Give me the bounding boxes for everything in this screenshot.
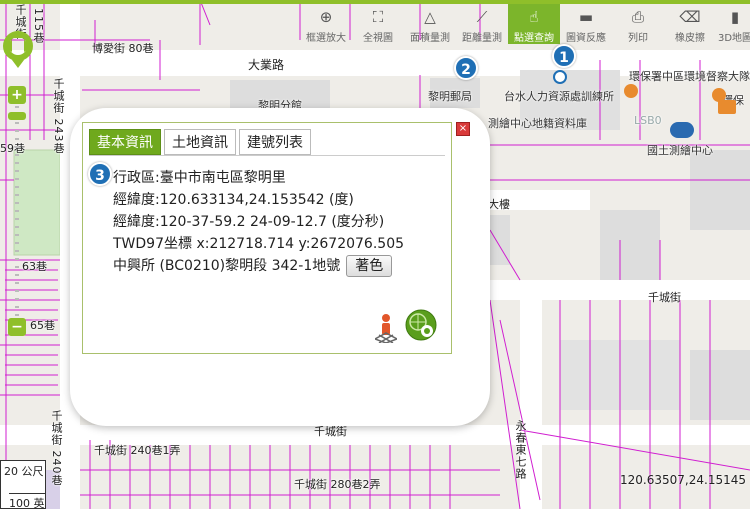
map-label: 永春東七路 <box>514 420 527 480</box>
eraser-tool[interactable]: ⌫ 橡皮擦 <box>664 4 716 44</box>
twd97-line: TWD97坐標 x:212718.714 y:2672076.505 <box>113 236 405 252</box>
eraser-icon: ⌫ <box>679 8 701 26</box>
zoom-in-button[interactable]: + <box>8 86 26 104</box>
full-extent-icon: ⛶ <box>372 8 384 26</box>
step-badge: 3 <box>88 162 112 186</box>
feedback-tool[interactable]: ▬ 圖資反應 <box>560 4 612 44</box>
map-label: 博愛街 80巷 <box>92 42 154 55</box>
map-label: 測繪中心地籍資料庫 <box>488 117 587 130</box>
coordinate-readout: 120.63507,24.15145 <box>620 473 746 487</box>
step-badge: 1 <box>552 44 576 68</box>
parcel-line: 中興所 (BC0210)黎明段 342-1地號 著色 <box>113 255 404 277</box>
map-label: 59巷 <box>0 142 25 155</box>
info-popup: × 基本資訊 土地資訊 建號列表 行政區:臺中市南屯區黎明里 經緯度:120.6… <box>70 108 490 426</box>
zoom-box-icon: ⊕ <box>319 8 333 26</box>
tab-land-info[interactable]: 土地資訊 <box>164 129 236 155</box>
3d-map-icon: ▮ <box>730 8 740 26</box>
map-label: 千城街 240巷 <box>50 410 63 487</box>
nlsc-logo-icon <box>670 122 694 138</box>
close-button[interactable]: × <box>456 122 470 136</box>
tool-label: 圖資反應 <box>566 33 606 44</box>
street-view-icon[interactable] <box>375 313 397 343</box>
tool-label: 距離量測 <box>462 33 502 44</box>
tool-label: 列印 <box>628 33 648 44</box>
zoom-slider-track[interactable] <box>15 106 19 318</box>
distance-measure-tool[interactable]: ⟋ 距離量測 <box>456 4 508 44</box>
distance-measure-icon: ⟋ <box>476 8 488 26</box>
poi-marker-icon[interactable] <box>553 70 567 84</box>
lonlat-dms-line: 經緯度:120-37-59.2 24-09-12.7 (度分秒) <box>113 214 385 230</box>
tool-label: 點選查詢 <box>514 33 554 44</box>
area-measure-tool[interactable]: △ 面積量測 <box>404 4 456 44</box>
globe-settings-icon[interactable] <box>405 309 437 341</box>
area-measure-icon: △ <box>424 8 436 26</box>
tool-label: 框選放大 <box>306 33 346 44</box>
building-marker-icon[interactable] <box>718 100 736 114</box>
pan-control-icon[interactable] <box>2 28 34 74</box>
map-label: 千城街 280巷2弄 <box>294 478 381 491</box>
print-icon: ⎙ <box>631 8 644 26</box>
map-label: 大樓 <box>488 198 510 211</box>
popup-panel: 基本資訊 土地資訊 建號列表 行政區:臺中市南屯區黎明里 經緯度:120.633… <box>82 122 452 354</box>
scale-imperial-label: 100 英 <box>9 493 45 509</box>
tab-building-list[interactable]: 建號列表 <box>239 129 311 155</box>
post-office-icon[interactable] <box>624 84 638 98</box>
map-label: 千城街 <box>648 291 681 304</box>
zoom-box-tool[interactable]: ⊕ 框選放大 <box>300 4 352 44</box>
map-label: 環保署中區環境督察大隊 <box>629 70 750 83</box>
zoom-out-button[interactable]: − <box>8 318 26 336</box>
lonlat-degree-line: 經緯度:120.633134,24.153542 (度) <box>113 192 354 208</box>
map-label: 黎明郵局 <box>428 90 472 103</box>
parcel-text: 中興所 (BC0210)黎明段 342-1地號 <box>113 258 341 274</box>
scale-metric-label: 20 公尺 <box>4 465 44 478</box>
tool-label: 3D地圖 <box>717 33 750 44</box>
tab-basic-info[interactable]: 基本資訊 <box>89 129 161 155</box>
info-lines: 行政區:臺中市南屯區黎明里 經緯度:120.633134,24.153542 (… <box>113 167 404 277</box>
tab-divider <box>89 155 445 156</box>
point-query-icon: ☝ <box>529 8 539 26</box>
toolbar: ⊕ 框選放大 ⛶ 全視圖 △ 面積量測 ⟋ 距離量測 ☝ 點選查詢 ▬ 圖資反應 ⎙ 列印 ⌫… <box>300 4 750 44</box>
scale-bar: 20 公尺 100 英 <box>0 460 46 509</box>
map-label: 大業路 <box>248 58 285 72</box>
tool-label: 面積量測 <box>410 33 450 44</box>
point-query-tool[interactable]: ☝ 點選查詢 <box>508 4 560 44</box>
tool-label: 橡皮擦 <box>675 33 705 44</box>
map-label: 63巷 <box>22 260 47 273</box>
color-button[interactable]: 著色 <box>346 255 393 277</box>
map-label: 65巷 <box>30 319 55 332</box>
district-line: 行政區:臺中市南屯區黎明里 <box>113 170 286 186</box>
print-tool[interactable]: ⎙ 列印 <box>612 4 664 44</box>
tool-label: 全視圖 <box>363 33 393 44</box>
3d-map-tool[interactable]: ▮ 3D地圖 <box>716 4 750 44</box>
map-label: 千城街 243巷 <box>52 78 65 155</box>
tab-bar: 基本資訊 土地資訊 建號列表 <box>89 129 311 155</box>
map-label: 台水人力資源處訓練所 <box>504 90 614 103</box>
zoom-slider-thumb[interactable] <box>8 112 26 120</box>
full-extent-tool[interactable]: ⛶ 全視圖 <box>352 4 404 44</box>
map-label: 千城街 240巷1弄 <box>94 444 181 457</box>
step-badge: 2 <box>454 56 478 80</box>
map-label: LSB0 <box>634 114 662 127</box>
map-label: 國土測繪中心 <box>647 144 713 157</box>
feedback-icon: ▬ <box>578 8 594 26</box>
